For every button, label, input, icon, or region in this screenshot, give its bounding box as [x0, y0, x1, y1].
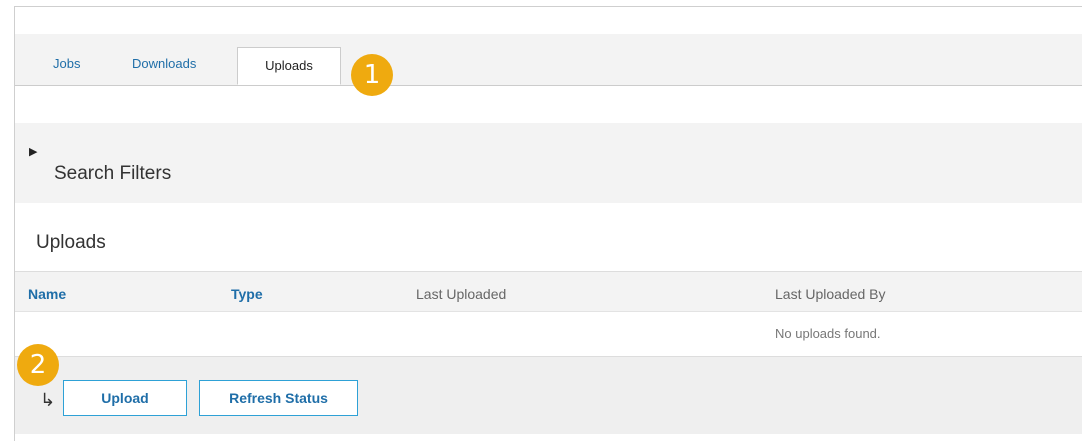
triangle-right-icon[interactable]: ▶	[29, 145, 37, 158]
column-header-name[interactable]: Name	[28, 286, 66, 302]
refresh-status-button[interactable]: Refresh Status	[199, 380, 358, 416]
table-header: Name Type Last Uploaded Last Uploaded By	[15, 271, 1082, 312]
empty-table-message: No uploads found.	[775, 326, 881, 341]
callout-badge-2: 2	[17, 344, 59, 386]
search-filters-label[interactable]: Search Filters	[54, 163, 171, 185]
column-header-type[interactable]: Type	[231, 286, 263, 302]
tab-downloads[interactable]: Downloads	[132, 56, 196, 71]
tab-jobs[interactable]: Jobs	[53, 56, 80, 71]
column-header-last-uploaded: Last Uploaded	[416, 286, 507, 302]
tab-uploads[interactable]: Uploads	[237, 47, 341, 85]
tab-bar: Jobs Downloads Uploads	[15, 34, 1082, 86]
search-filters-panel: ▶ Search Filters	[15, 123, 1082, 203]
return-arrow-icon: ↳	[40, 390, 56, 411]
callout-badge-1: 1	[351, 54, 393, 96]
tab-uploads-label: Uploads	[265, 58, 313, 73]
column-header-last-uploaded-by: Last Uploaded By	[775, 286, 886, 302]
uploads-page: Jobs Downloads Uploads 1 ▶ Search Filter…	[14, 6, 1082, 441]
upload-button[interactable]: Upload	[63, 380, 187, 416]
action-bar: ↳ Upload Refresh Status	[15, 356, 1082, 434]
uploads-section-title: Uploads	[36, 232, 106, 253]
